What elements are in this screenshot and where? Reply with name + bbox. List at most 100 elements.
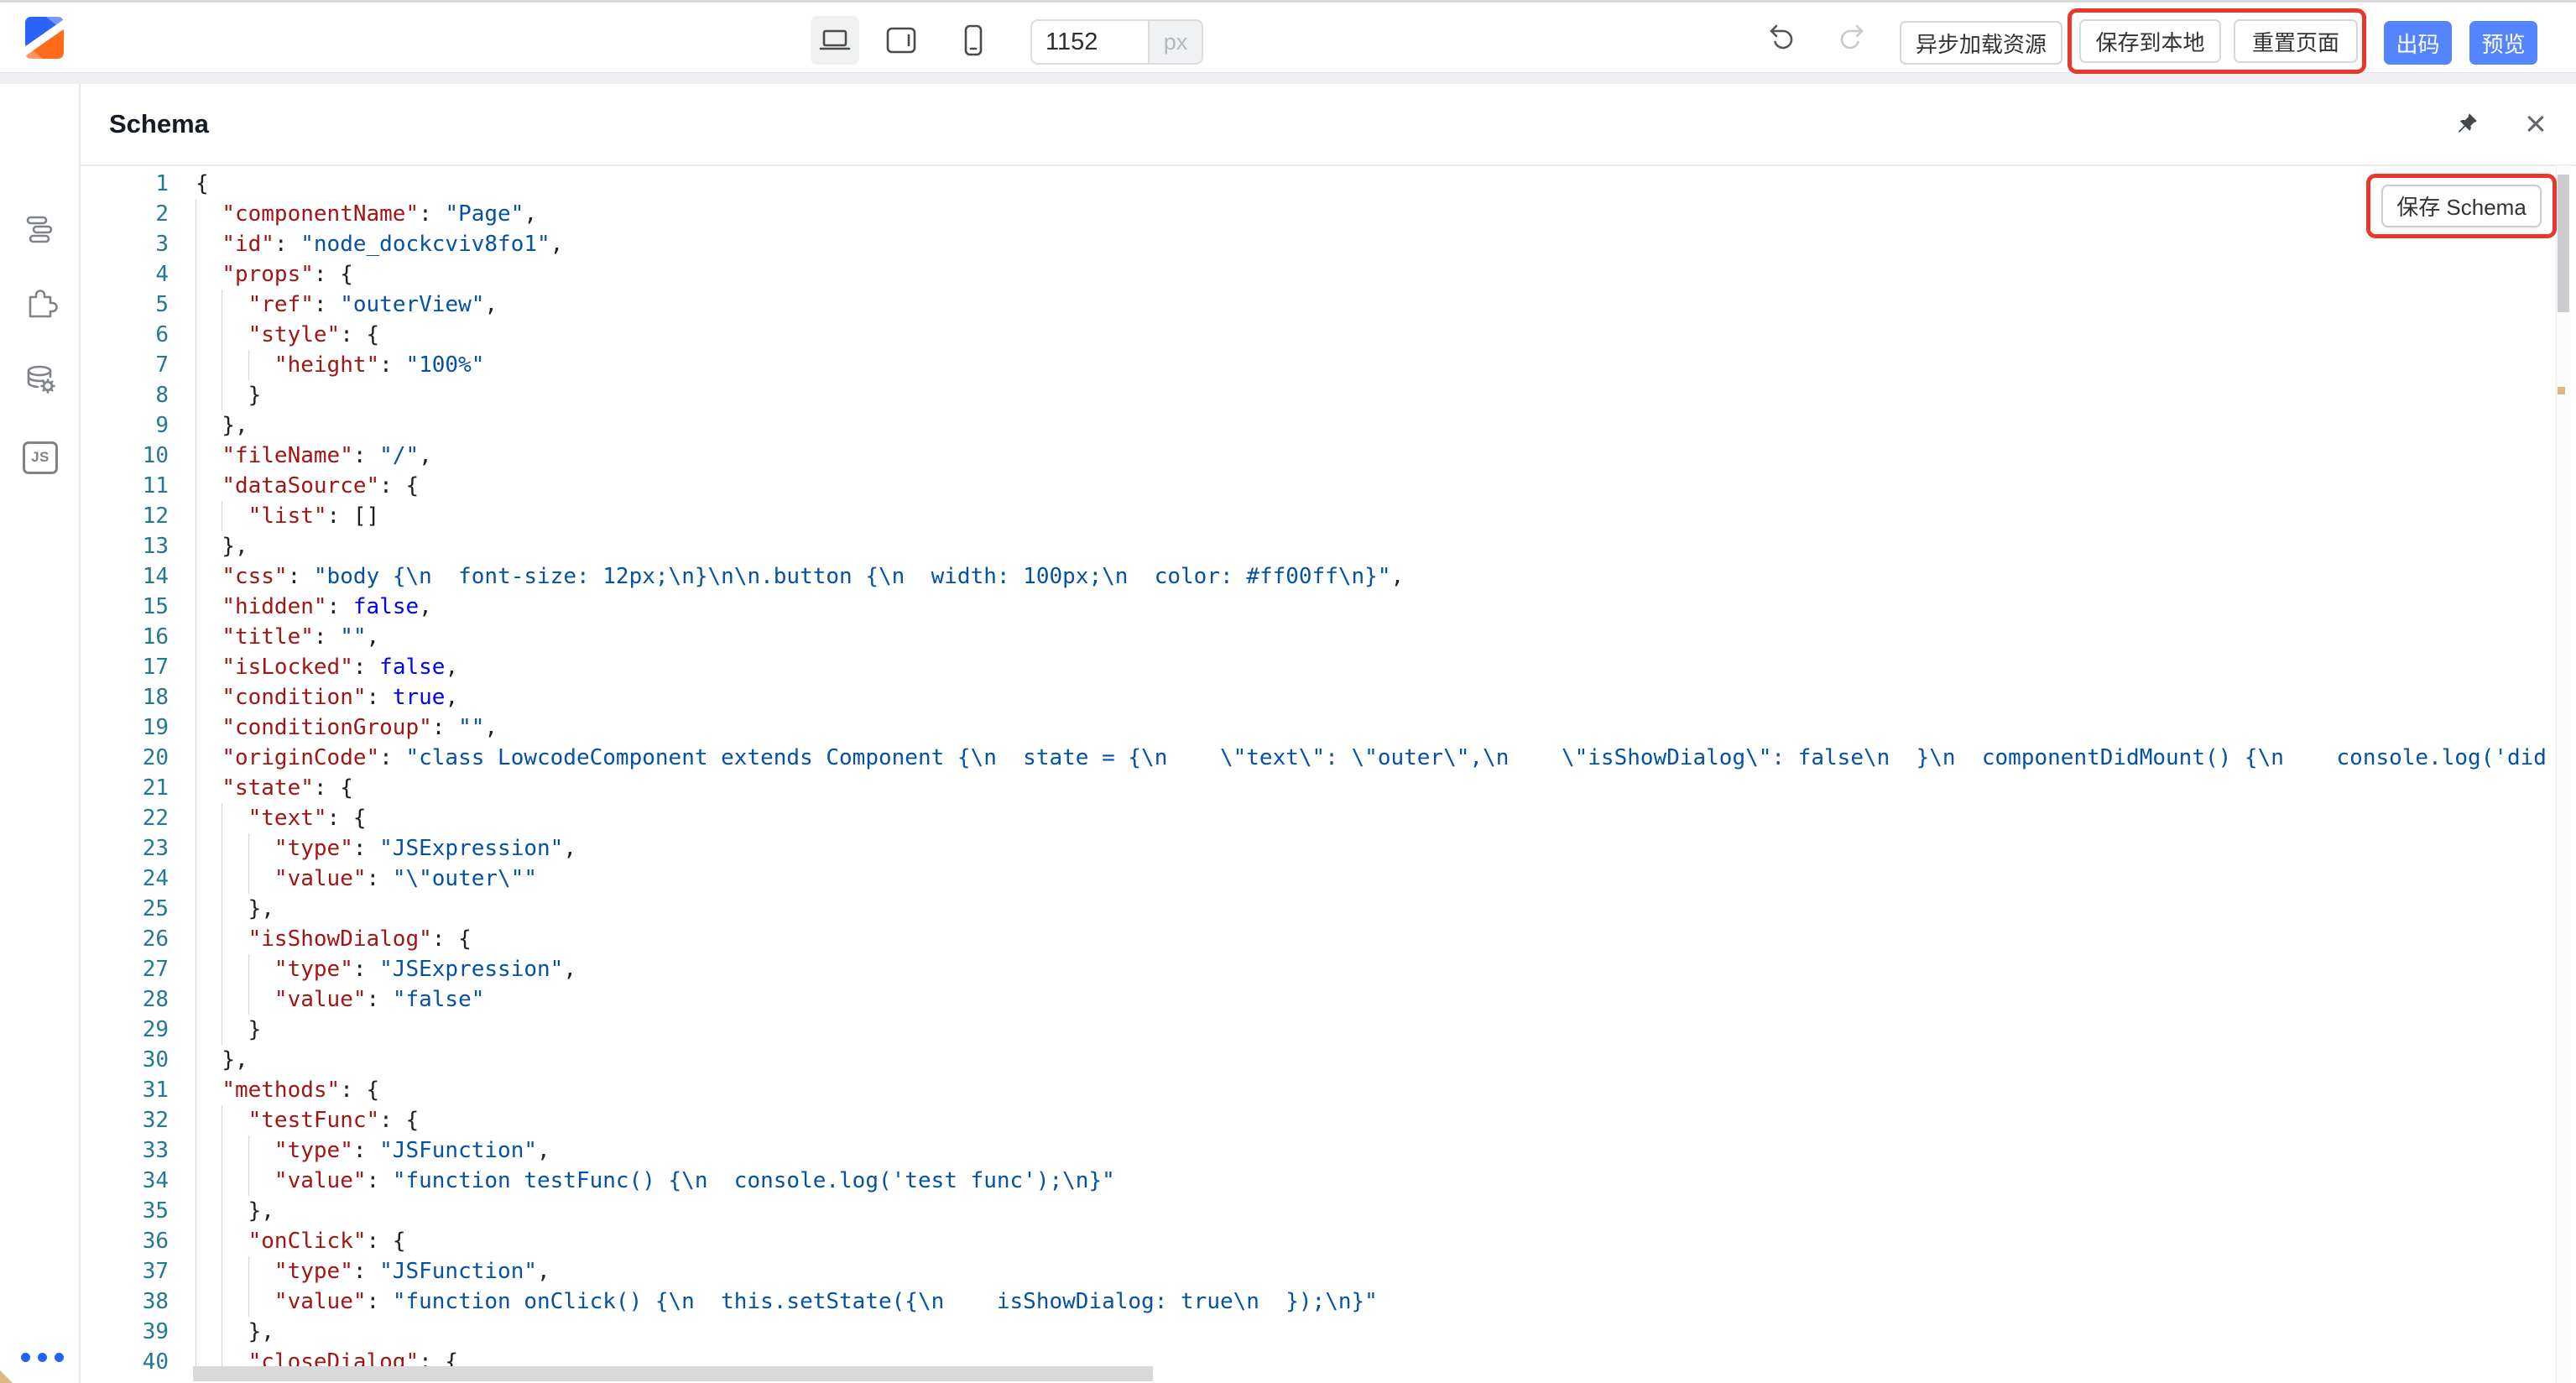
line-number[interactable]: 13 [81, 531, 169, 561]
code-line[interactable]: 31 "methods": { [81, 1075, 2561, 1105]
code-line[interactable]: 39 }, [81, 1317, 2561, 1347]
code-line[interactable]: 28 "value": "false" [81, 984, 2561, 1015]
code-line[interactable]: 11 "dataSource": { [81, 471, 2561, 501]
line-number[interactable]: 28 [81, 984, 169, 1015]
code-line[interactable]: 16 "title": "", [81, 622, 2561, 652]
code-line[interactable]: 24 "value": "\"outer\"" [81, 864, 2561, 894]
line-number[interactable]: 37 [81, 1256, 169, 1286]
code-line[interactable]: 38 "value": "function onClick() {\n this… [81, 1286, 2561, 1317]
line-number[interactable]: 3 [81, 229, 169, 259]
lowcode-engine-logo-icon[interactable] [25, 17, 64, 59]
line-number[interactable]: 35 [81, 1196, 169, 1226]
preview-button[interactable]: 预览 [2469, 21, 2537, 65]
sidebar-item-datasource[interactable] [23, 363, 58, 398]
async-load-resource-button[interactable]: 异步加载资源 [1900, 21, 2062, 65]
code-line[interactable]: 12 "list": [] [81, 501, 2561, 531]
line-number[interactable]: 32 [81, 1105, 169, 1135]
line-number[interactable]: 25 [81, 894, 169, 924]
code-line[interactable]: 35 }, [81, 1196, 2561, 1226]
line-number[interactable]: 24 [81, 864, 169, 894]
line-number[interactable]: 10 [81, 441, 169, 471]
line-number[interactable]: 9 [81, 410, 169, 441]
line-number[interactable]: 29 [81, 1015, 169, 1045]
sidebar-more-button[interactable] [21, 1353, 64, 1362]
code-line[interactable]: 8 } [81, 380, 2561, 410]
redo-button[interactable] [1838, 22, 1868, 52]
device-phone-button[interactable] [955, 22, 992, 59]
line-number[interactable]: 7 [81, 350, 169, 380]
schema-code-editor[interactable]: 1{2 "componentName": "Page",3 "id": "nod… [81, 166, 2576, 1383]
code-line[interactable]: 19 "conditionGroup": "", [81, 712, 2561, 743]
pin-panel-button[interactable] [2452, 110, 2480, 138]
line-number[interactable]: 26 [81, 924, 169, 954]
close-icon[interactable]: × [2519, 107, 2553, 141]
code-line[interactable]: 23 "type": "JSExpression", [81, 833, 2561, 864]
device-desktop-button[interactable] [811, 16, 859, 65]
line-number[interactable]: 22 [81, 803, 169, 833]
line-number[interactable]: 39 [81, 1317, 169, 1347]
code-line[interactable]: 29 } [81, 1015, 2561, 1045]
line-number[interactable]: 33 [81, 1135, 169, 1166]
outcode-button[interactable]: 出码 [2384, 21, 2452, 65]
line-number[interactable]: 40 [81, 1347, 169, 1377]
code-line[interactable]: 20 "originCode": "class LowcodeComponent… [81, 743, 2561, 773]
code-line[interactable]: 6 "style": { [81, 320, 2561, 350]
code-line[interactable]: 15 "hidden": false, [81, 592, 2561, 622]
code-line[interactable]: 18 "condition": true, [81, 682, 2561, 712]
save-schema-button[interactable]: 保存 Schema [2381, 185, 2542, 227]
sidebar-item-js-panel[interactable]: JS [23, 440, 58, 475]
line-number[interactable]: 2 [81, 199, 169, 229]
code-line[interactable]: 5 "ref": "outerView", [81, 290, 2561, 320]
code-line[interactable]: 27 "type": "JSExpression", [81, 954, 2561, 984]
line-number[interactable]: 30 [81, 1045, 169, 1075]
code-line[interactable]: 17 "isLocked": false, [81, 652, 2561, 682]
line-number[interactable]: 18 [81, 682, 169, 712]
code-line[interactable]: 34 "value": "function testFunc() {\n con… [81, 1166, 2561, 1196]
code-line[interactable]: 36 "onClick": { [81, 1226, 2561, 1256]
vertical-scrollbar-thumb[interactable] [2558, 175, 2569, 312]
code-line[interactable]: 22 "text": { [81, 803, 2561, 833]
reset-page-button[interactable]: 重置页面 [2234, 19, 2358, 63]
code-line[interactable]: 30 }, [81, 1045, 2561, 1075]
line-number[interactable]: 23 [81, 833, 169, 864]
code-line[interactable]: 7 "height": "100%" [81, 350, 2561, 380]
line-number[interactable]: 38 [81, 1286, 169, 1317]
horizontal-scrollbar-thumb[interactable] [193, 1366, 1153, 1381]
code-line[interactable]: 26 "isShowDialog": { [81, 924, 2561, 954]
save-to-local-button[interactable]: 保存到本地 [2079, 19, 2221, 63]
undo-button[interactable] [1765, 22, 1796, 52]
code-line[interactable]: 10 "fileName": "/", [81, 441, 2561, 471]
vertical-scrollbar[interactable] [2556, 165, 2570, 1383]
line-number[interactable]: 31 [81, 1075, 169, 1105]
line-number[interactable]: 6 [81, 320, 169, 350]
line-number[interactable]: 4 [81, 259, 169, 290]
canvas-width-input[interactable] [1032, 21, 1148, 63]
line-number[interactable]: 12 [81, 501, 169, 531]
line-number[interactable]: 19 [81, 712, 169, 743]
code-line[interactable]: 25 }, [81, 894, 2561, 924]
code-line[interactable]: 32 "testFunc": { [81, 1105, 2561, 1135]
code-line[interactable]: 14 "css": "body {\n font-size: 12px;\n}\… [81, 561, 2561, 592]
line-number[interactable]: 20 [81, 743, 169, 773]
line-number[interactable]: 14 [81, 561, 169, 592]
device-tablet-button[interactable] [883, 22, 920, 59]
code-line[interactable]: 9 }, [81, 410, 2561, 441]
sidebar-item-components[interactable] [23, 285, 58, 321]
code-line[interactable]: 13 }, [81, 531, 2561, 561]
line-number[interactable]: 36 [81, 1226, 169, 1256]
sidebar-item-outline-tree[interactable] [23, 211, 58, 247]
code-line[interactable]: 37 "type": "JSFunction", [81, 1256, 2561, 1286]
code-line[interactable]: 3 "id": "node_dockcviv8fo1", [81, 229, 2561, 259]
line-number[interactable]: 5 [81, 290, 169, 320]
code-line[interactable]: 21 "state": { [81, 773, 2561, 803]
line-number[interactable]: 21 [81, 773, 169, 803]
code-line[interactable]: 33 "type": "JSFunction", [81, 1135, 2561, 1166]
line-number[interactable]: 15 [81, 592, 169, 622]
line-number[interactable]: 34 [81, 1166, 169, 1196]
line-number[interactable]: 27 [81, 954, 169, 984]
line-number[interactable]: 11 [81, 471, 169, 501]
line-number[interactable]: 16 [81, 622, 169, 652]
code-line[interactable]: 2 "componentName": "Page", [81, 199, 2561, 229]
code-line[interactable]: 1{ [81, 169, 2561, 199]
line-number[interactable]: 8 [81, 380, 169, 410]
